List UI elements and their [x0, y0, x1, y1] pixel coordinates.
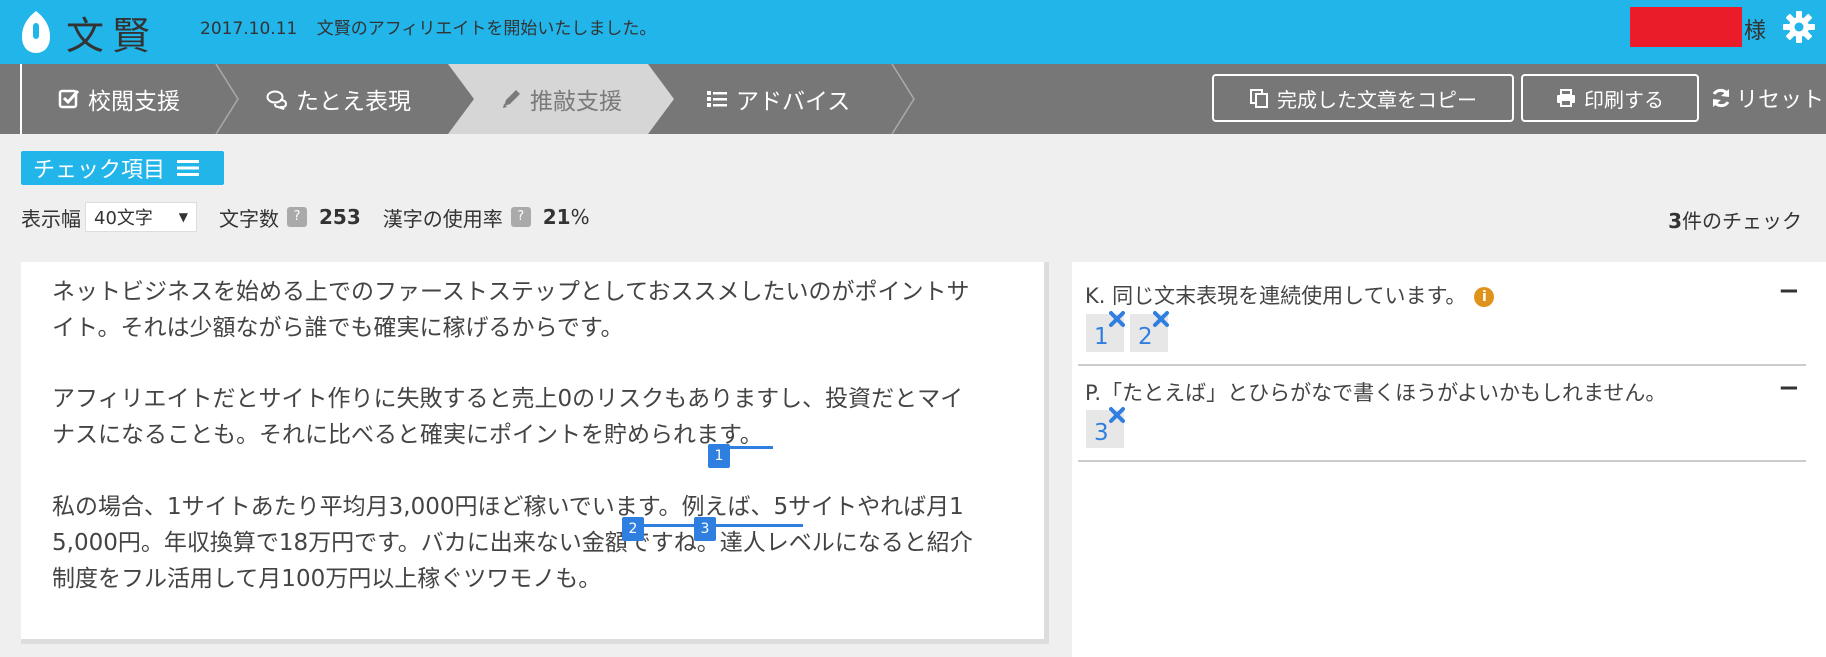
chip-label: 3	[1094, 420, 1109, 446]
text-line: 5,000円。年収換算で18万円です。バカに出来ない金額ですね。達人レベルになる…	[52, 530, 973, 556]
remove-icon[interactable]	[1152, 310, 1170, 328]
text-line: 私の場合、1サイトあたり平均月3,000円ほど稼いでいます。例えば、5サイトやれ…	[52, 494, 964, 520]
pencil-icon	[503, 90, 520, 108]
check-count-suffix: 件のチェック	[1682, 209, 1802, 233]
tab-revision[interactable]: 推敲支援	[500, 64, 622, 134]
kanji-rate-value: 21	[542, 205, 571, 229]
redacted-username	[1630, 7, 1742, 47]
news-date: 2017.10.11	[200, 19, 298, 39]
check-count: 3件のチェック	[1668, 205, 1802, 234]
step-separator	[215, 64, 239, 134]
paragraph: ネットビジネスを始める上でのファーストステップとしておススメしたいのがポイントサ…	[52, 274, 1042, 346]
remove-icon[interactable]	[1108, 406, 1126, 424]
tab-label: アドバイス	[736, 89, 851, 115]
printer-icon	[1557, 89, 1575, 107]
brand-mark-icon	[22, 11, 50, 53]
issue-divider	[1078, 460, 1806, 462]
info-icon[interactable]: i	[1474, 287, 1495, 307]
copy-text-button[interactable]: 完成した文章をコピー	[1212, 74, 1514, 122]
check-items-button[interactable]: チェック項目	[21, 151, 224, 185]
text-editor[interactable]: ネットビジネスを始める上でのファーストステップとしておススメしたいのがポイントサ…	[21, 262, 1049, 644]
reset-button[interactable]: リセット	[1710, 74, 1824, 122]
text-line: ナスになることも。それに比べると確実にポイントを貯められます。	[52, 422, 763, 448]
chat-bubbles-icon	[266, 90, 288, 110]
menu-icon	[177, 160, 200, 176]
issue-title: K. 同じ文末表現を連続使用しています。	[1085, 284, 1467, 308]
step-separator	[891, 64, 915, 134]
collapse-button[interactable]: −	[1778, 276, 1800, 306]
issue-marker[interactable]: 3	[694, 517, 716, 541]
tab-label: 推敲支援	[530, 89, 622, 115]
text-line: アフィリエイトだとサイト作りに失敗すると売上0のリスクもありますし、投資だとマイ	[52, 386, 964, 412]
gear-icon[interactable]	[1782, 10, 1816, 44]
issue-title: P.「たとえば」とひらがなで書くほうがよいかもしれません。	[1085, 381, 1667, 405]
kanji-rate-label: 漢字の使用率	[382, 206, 503, 231]
chip-label: 1	[1094, 324, 1109, 350]
tab-label: たとえ表現	[296, 89, 411, 115]
issue-item[interactable]: P.「たとえば」とひらがなで書くほうがよいかもしれません。	[1085, 377, 1666, 407]
char-count-value: 253	[319, 205, 361, 229]
print-button-label: 印刷する	[1584, 87, 1664, 112]
brand-name: 文賢	[66, 13, 159, 58]
user-honorific: 様	[1744, 19, 1767, 44]
news-ticker[interactable]: 2017.10.11 文賢のアフィリエイトを開始いたしました。	[200, 14, 656, 39]
collapse-button[interactable]: −	[1778, 373, 1800, 403]
remove-icon[interactable]	[1108, 310, 1126, 328]
copy-button-label: 完成した文章をコピー	[1277, 87, 1477, 112]
width-select-value: 40文字	[94, 208, 153, 229]
tab-label: 校閲支援	[88, 89, 180, 115]
tab-proofreading[interactable]: 校閲支援	[58, 64, 180, 134]
copy-icon	[1250, 89, 1268, 108]
print-button[interactable]: 印刷する	[1521, 74, 1699, 122]
width-label: 表示幅	[21, 206, 81, 231]
refresh-icon	[1712, 88, 1730, 108]
paragraph: アフィリエイトだとサイト作りに失敗すると売上0のリスクもありますし、投資だとマイ…	[52, 381, 1042, 453]
list-icon	[707, 91, 727, 107]
help-icon[interactable]: ?	[510, 207, 531, 227]
width-select[interactable]: 40文字 ▼	[85, 202, 197, 232]
issue-divider	[1078, 364, 1806, 366]
char-count-label: 文字数	[219, 206, 279, 231]
check-count-value: 3	[1668, 209, 1682, 233]
reset-label: リセット	[1736, 88, 1825, 113]
dropdown-arrow-icon: ▼	[178, 210, 188, 224]
issue-marker[interactable]: 2	[622, 517, 644, 541]
text-line: 制度をフル活用して月100万円以上稼ぐツワモノも。	[52, 566, 602, 592]
news-text: 文賢のアフィリエイトを開始いたしました。	[316, 19, 657, 39]
paragraph: 私の場合、1サイトあたり平均月3,000円ほど稼いでいます。例えば、5サイトやれ…	[52, 489, 1042, 597]
check-square-icon	[58, 89, 80, 109]
chip-label: 2	[1138, 324, 1153, 350]
text-line: ネットビジネスを始める上でのファーストステップとしておススメしたいのがポイントサ	[52, 279, 970, 305]
issue-marker[interactable]: 1	[708, 444, 730, 468]
issue-item[interactable]: K. 同じ文末表現を連続使用しています。 i	[1085, 280, 1495, 310]
brand-logo[interactable]: 文賢	[20, 6, 158, 58]
check-items-label: チェック項目	[33, 158, 166, 183]
text-line: イト。それは少額ながら誰でも確実に稼げるからです。	[52, 315, 624, 341]
tab-metaphor[interactable]: たとえ表現	[266, 64, 411, 134]
kanji-rate-unit: %	[570, 205, 590, 229]
help-icon[interactable]: ?	[287, 207, 307, 227]
stats-row: 表示幅 40文字 ▼ 文字数 ? 253 漢字の使用率 ? 21 %	[21, 200, 590, 234]
nav-edge	[20, 64, 22, 134]
tab-advice[interactable]: アドバイス	[706, 64, 850, 134]
